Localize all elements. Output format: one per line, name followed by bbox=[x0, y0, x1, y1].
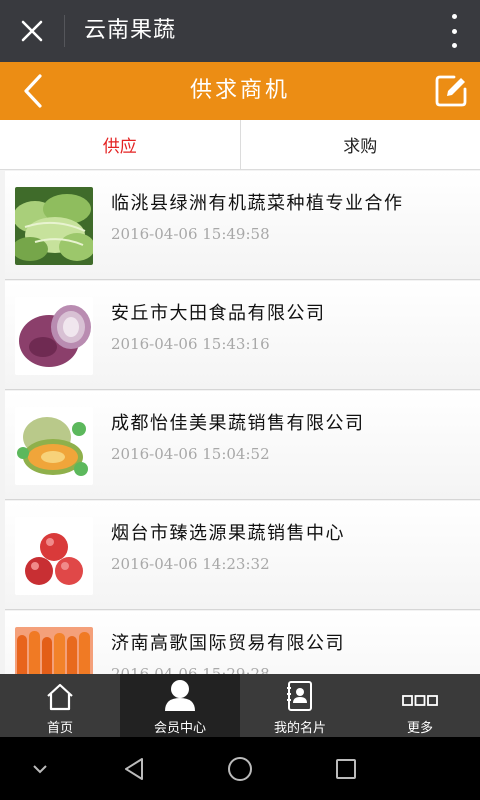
list-item[interactable]: 安丘市大田食品有限公司 2016-04-06 15:43:16 bbox=[5, 281, 480, 390]
more-dot bbox=[451, 43, 457, 48]
cabbage-photo bbox=[15, 187, 93, 265]
edit-icon bbox=[435, 75, 467, 107]
system-nav-bar bbox=[0, 737, 480, 800]
item-name: 临洮县绿洲有机蔬菜种植专业合作 bbox=[111, 193, 404, 214]
page-title: 供求商机 bbox=[189, 78, 290, 103]
nav-my-card[interactable]: 我的名片 bbox=[240, 674, 360, 737]
apple-photo bbox=[15, 517, 93, 595]
list-item[interactable]: 临洮县绿洲有机蔬菜种植专业合作 2016-04-06 15:49:58 bbox=[5, 171, 480, 280]
circle-home-icon bbox=[228, 756, 252, 781]
more-dot bbox=[451, 28, 457, 34]
melon-photo bbox=[15, 407, 93, 485]
item-time: 2016-04-06 15:04:52 bbox=[111, 445, 270, 463]
nav-home-label: 首页 bbox=[46, 721, 73, 736]
item-name: 济南高歌国际贸易有限公司 bbox=[111, 633, 345, 654]
chevron-down-icon bbox=[33, 764, 47, 773]
list-item[interactable]: 济南高歌国际贸易有限公司 2016-04-06 15:29:28 bbox=[5, 611, 480, 674]
home-icon bbox=[47, 683, 73, 711]
nav-card-label: 我的名片 bbox=[273, 721, 326, 736]
nav-more-label: 更多 bbox=[406, 721, 433, 736]
app-root: 云南果蔬 供求商机 供应 求购 临洮县绿洲有机蔬菜种植专业合作 2016-04-… bbox=[0, 0, 480, 800]
tab-bar: 供应 求购 bbox=[0, 120, 480, 170]
page-header: 供求商机 bbox=[0, 62, 480, 120]
card-icon bbox=[287, 681, 312, 711]
item-time: 2016-04-06 15:49:58 bbox=[111, 225, 270, 243]
nav-member-center[interactable]: 会员中心 bbox=[120, 674, 240, 737]
system-back-button[interactable] bbox=[112, 737, 156, 800]
nav-home[interactable]: 首页 bbox=[0, 674, 120, 737]
system-home-button[interactable] bbox=[218, 737, 262, 800]
system-recents-button[interactable] bbox=[324, 737, 368, 800]
triangle-back-icon bbox=[125, 757, 143, 780]
close-icon bbox=[21, 20, 43, 42]
item-time: 2016-04-06 15:43:16 bbox=[111, 335, 270, 353]
bottom-nav: 首页 会员中心 我的名片 更多 bbox=[0, 674, 480, 737]
item-thumbnail bbox=[15, 187, 93, 265]
item-name: 烟台市臻选源果蔬销售中心 bbox=[111, 523, 345, 544]
item-thumbnail bbox=[15, 297, 93, 375]
tab-supply[interactable]: 供应 bbox=[0, 120, 240, 169]
list-item[interactable]: 成都怡佳美果蔬销售有限公司 2016-04-06 15:04:52 bbox=[5, 391, 480, 500]
list-item[interactable]: 烟台市臻选源果蔬销售中心 2016-04-06 14:23:32 bbox=[5, 501, 480, 610]
item-time: 2016-04-06 15:29:28 bbox=[111, 665, 270, 674]
window-title: 云南果蔬 bbox=[84, 18, 177, 43]
item-thumbnail bbox=[15, 407, 93, 485]
supply-list: 临洮县绿洲有机蔬菜种植专业合作 2016-04-06 15:49:58 安丘市大… bbox=[0, 171, 480, 674]
tab-purchase[interactable]: 求购 bbox=[239, 120, 480, 169]
item-time: 2016-04-06 14:23:32 bbox=[111, 555, 270, 573]
carrot-photo bbox=[15, 627, 93, 674]
close-button[interactable] bbox=[0, 0, 64, 62]
top-bar: 云南果蔬 bbox=[0, 0, 480, 62]
nav-member-label: 会员中心 bbox=[153, 721, 206, 736]
more-menu-button[interactable] bbox=[448, 14, 460, 48]
item-thumbnail bbox=[15, 627, 93, 674]
nav-more[interactable]: 更多 bbox=[360, 674, 480, 737]
edit-button[interactable] bbox=[430, 70, 472, 112]
user-icon bbox=[165, 680, 195, 711]
more-icon bbox=[402, 695, 438, 706]
hide-keyboard-button[interactable] bbox=[20, 737, 60, 800]
item-thumbnail bbox=[15, 517, 93, 595]
item-name: 安丘市大田食品有限公司 bbox=[111, 303, 326, 324]
onion-photo bbox=[15, 297, 93, 375]
more-vertical-icon bbox=[451, 14, 457, 19]
top-bar-divider bbox=[64, 15, 65, 47]
item-name: 成都怡佳美果蔬销售有限公司 bbox=[111, 413, 365, 434]
square-recents-icon bbox=[336, 758, 356, 779]
